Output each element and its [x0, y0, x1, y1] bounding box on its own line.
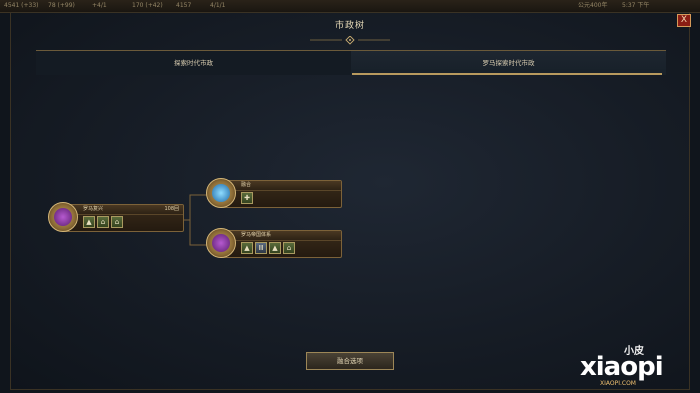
- watermark-url: XIAOPI.COM: [600, 380, 636, 387]
- unlock-icons: ▲ Ⅲ ▲ ⌂: [241, 242, 297, 256]
- game-date: 公元400年: [578, 2, 608, 9]
- civic-node-fusion[interactable]: 融合 ✚: [206, 178, 342, 208]
- laurel-icon: [212, 234, 230, 252]
- triangle-icon[interactable]: ▲: [241, 242, 253, 254]
- civic-node-roman-revival[interactable]: 罗马复兴 108回 ▲ ⌂ ⌂: [48, 202, 184, 232]
- watermark-logo: xiaopi: [580, 352, 664, 382]
- resource-3: +4/1: [92, 2, 107, 9]
- game-clock: 5:37 下午: [622, 2, 650, 9]
- orb-icon: [212, 184, 230, 202]
- laurel-icon: [54, 208, 72, 226]
- civic-node-roman-imperial-system[interactable]: 罗马帝国体系 ▲ Ⅲ ▲ ⌂: [206, 228, 342, 258]
- resource-6: 4/1/1: [210, 2, 226, 9]
- house-icon[interactable]: ⌂: [97, 216, 109, 228]
- civic-name: 融合: [241, 182, 252, 188]
- civic-name: 罗马帝国体系: [241, 232, 272, 238]
- triangle-icon[interactable]: ▲: [269, 242, 281, 254]
- civic-medal: [48, 202, 78, 232]
- resource-2: 78 (+99): [48, 2, 75, 9]
- merge-options-button[interactable]: 融合选项: [306, 352, 394, 370]
- civic-name: 罗马复兴: [83, 206, 104, 212]
- unlock-icons: ▲ ⌂ ⌂: [83, 216, 125, 230]
- civic-medal: [206, 178, 236, 208]
- close-button[interactable]: X: [677, 14, 691, 27]
- unlock-icons: ✚: [241, 192, 255, 206]
- resource-4: 170 (+42): [132, 2, 163, 9]
- resource-1: 4541 (+33): [4, 2, 39, 9]
- resource-5: 4157: [176, 2, 192, 9]
- civic-medal: [206, 228, 236, 258]
- house-icon[interactable]: ⌂: [283, 242, 295, 254]
- tab-roman-exploration-civics[interactable]: 罗马探索时代市政: [351, 51, 666, 75]
- window-title: 市政树: [334, 21, 365, 31]
- triangle-icon[interactable]: ▲: [83, 216, 95, 228]
- house-icon[interactable]: ⌂: [111, 216, 123, 228]
- title-ornament-icon: [310, 36, 390, 45]
- plus-icon[interactable]: ✚: [241, 192, 253, 204]
- active-tab-indicator: [352, 73, 662, 75]
- window-title-area: 市政树: [290, 12, 410, 48]
- tab-exploration-civics[interactable]: 探索时代市政: [36, 51, 351, 75]
- tab-bar: 探索时代市政 罗马探索时代市政: [36, 50, 666, 75]
- site-watermark: 小皮 xiaopi XIAOPI.COM: [580, 342, 698, 392]
- column-icon[interactable]: Ⅲ: [255, 242, 267, 254]
- civic-cost: 108回: [164, 206, 179, 212]
